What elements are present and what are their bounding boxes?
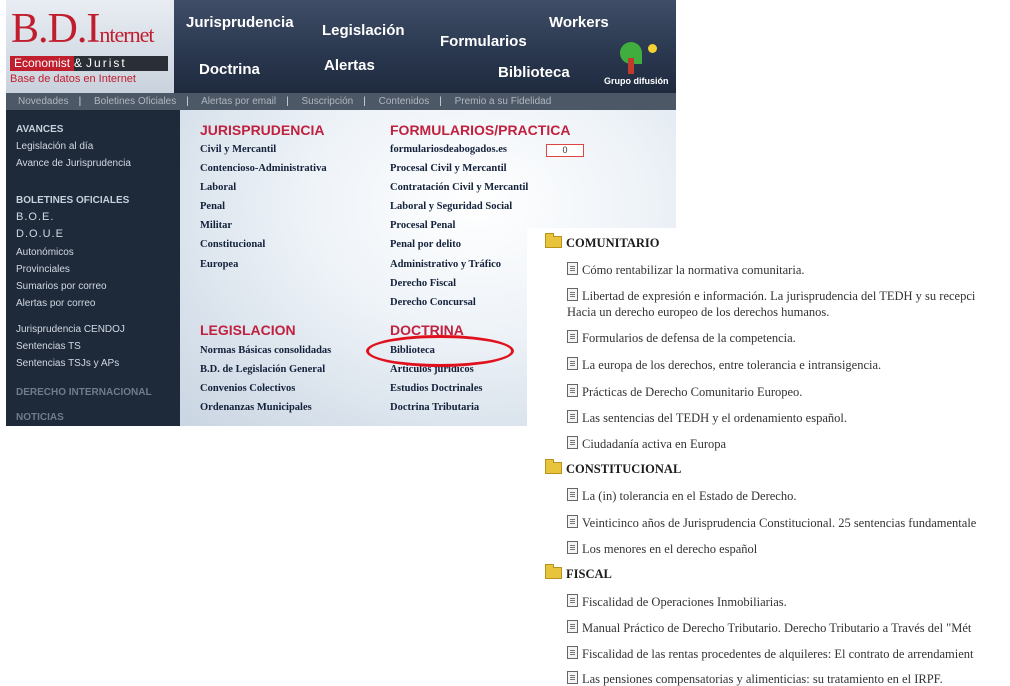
doc-item[interactable]: Las pensiones compensatorias y alimentic… [567, 671, 943, 686]
sidebar-item-sentencias-tsj[interactable]: Sentencias TSJs y APs [16, 358, 119, 369]
sidebar-item-sumarios[interactable]: Sumarios por correo [16, 281, 107, 292]
sub-navigation: Novedades | Boletines Oficiales | Alertas … [6, 93, 676, 110]
doc-item[interactable]: Veinticinco años de Jurisprudencia Const… [567, 515, 976, 531]
sidebar: AVANCES Legislación al día Avance de Jur… [6, 110, 180, 426]
doc-item[interactable]: Formularios de defensa de la competencia… [567, 330, 796, 346]
sidebar-item-alertas[interactable]: Alertas por correo [16, 298, 95, 309]
link-convenios[interactable]: Convenios Colectivos [200, 383, 295, 394]
document-icon [567, 620, 578, 633]
link-normas-basicas[interactable]: Normas Básicas consolidadas [200, 345, 331, 356]
sidebar-heading-boletines[interactable]: BOLETINES OFICIALES [16, 195, 129, 206]
nav-formularios[interactable]: Formularios [440, 33, 527, 50]
link-doctrina-tributaria[interactable]: Doctrina Tributaria [390, 402, 479, 413]
link-constitucional[interactable]: Constitucional [200, 239, 265, 250]
link-procesal-penal[interactable]: Procesal Penal [390, 220, 455, 231]
link-administrativo-trafico[interactable]: Administrativo y Tráfico [390, 259, 501, 270]
link-laboral-seguridad[interactable]: Laboral y Seguridad Social [390, 201, 512, 212]
section-title-jurisprudencia[interactable]: JURISPRUDENCIA [200, 122, 324, 138]
doc-item[interactable]: Las sentencias del TEDH y el ordenamient… [567, 410, 847, 426]
document-icon [567, 357, 578, 370]
nav-workers[interactable]: Workers [549, 14, 609, 31]
sidebar-item-cendoj[interactable]: Jurisprudencia CENDOJ [16, 324, 125, 335]
document-icon [567, 515, 578, 528]
sidebar-item-avance-jurisprudencia[interactable]: Avance de Jurisprudencia [16, 158, 131, 169]
subnav-suscripcion[interactable]: Suscripción [302, 96, 354, 107]
visit-counter: 0 [546, 144, 584, 157]
sidebar-item-provinciales[interactable]: Provinciales [16, 264, 70, 275]
category-constitucional[interactable]: CONSTITUCIONAL [545, 459, 681, 477]
sidebar-item-legislacion-dia[interactable]: Legislación al día [16, 141, 93, 152]
link-penal-delito[interactable]: Penal por delito [390, 239, 461, 250]
document-icon [567, 330, 578, 343]
link-derecho-concursal[interactable]: Derecho Concursal [390, 297, 476, 308]
folder-icon [545, 564, 562, 579]
doc-item[interactable]: Cómo rentabilizar la normativa comunitar… [567, 262, 805, 278]
doc-item[interactable]: Fiscalidad de las rentas procedentes de … [567, 646, 974, 662]
nav-alertas[interactable]: Alertas [324, 57, 375, 74]
sidebar-item-boe[interactable]: B.O.E. [16, 211, 54, 223]
link-contencioso-administrativa[interactable]: Contencioso-Administrativa [200, 163, 327, 174]
link-ordenanzas[interactable]: Ordenanzas Municipales [200, 402, 312, 413]
link-europea[interactable]: Europea [200, 259, 238, 270]
subnav-boletines[interactable]: Boletines Oficiales [94, 96, 176, 107]
folder-icon [545, 459, 562, 474]
doc-item[interactable]: La europa de los derechos, entre toleran… [567, 357, 881, 373]
document-icon [567, 646, 578, 659]
logo-brand-bar: Economist & Jurist [10, 56, 168, 71]
nav-doctrina[interactable]: Doctrina [199, 61, 260, 78]
sidebar-item-doue[interactable]: D.O.U.E [16, 228, 64, 240]
logo-title: B.D.Internet [11, 6, 154, 52]
document-icon [567, 384, 578, 397]
doc-item[interactable]: Prácticas de Derecho Comunitario Europeo… [567, 384, 802, 400]
folder-icon [545, 233, 562, 248]
link-laboral[interactable]: Laboral [200, 182, 236, 193]
biblioteca-highlight-ellipse [366, 335, 514, 367]
link-penal[interactable]: Penal [200, 201, 225, 212]
subnav-novedades[interactable]: Novedades [18, 96, 69, 107]
category-comunitario[interactable]: COMUNITARIO [545, 233, 660, 251]
section-title-formularios[interactable]: FORMULARIOS/PRACTICA [390, 122, 570, 138]
nav-jurisprudencia[interactable]: Jurisprudencia [186, 14, 294, 31]
sidebar-item-autonomicos[interactable]: Autonómicos [16, 247, 74, 258]
doc-item[interactable]: Manual Práctico de Derecho Tributario. D… [567, 620, 971, 636]
doc-item[interactable]: Los menores en el derecho español [567, 541, 757, 557]
subnav-alertas[interactable]: Alertas por email [201, 96, 276, 107]
link-formulariosdeabogados[interactable]: formulariosdeabogados.es [390, 144, 507, 155]
nav-biblioteca[interactable]: Biblioteca [498, 64, 570, 81]
document-icon [567, 288, 578, 301]
doc-item[interactable]: La (in) tolerancia en el Estado de Derec… [567, 488, 796, 504]
section-title-legislacion[interactable]: LEGISLACION [200, 322, 296, 338]
link-estudios[interactable]: Estudios Doctrinales [390, 383, 482, 394]
document-icon [567, 671, 578, 684]
link-civil-mercantil[interactable]: Civil y Mercantil [200, 144, 276, 155]
sidebar-heading-derecho-internacional[interactable]: DERECHO INTERNACIONAL [16, 387, 152, 398]
nav-legislacion[interactable]: Legislación [322, 22, 405, 39]
document-icon [567, 436, 578, 449]
document-icon [567, 594, 578, 607]
logo-subtitle: Base de datos en Internet [10, 73, 136, 85]
link-procesal-civil[interactable]: Procesal Civil y Mercantil [390, 163, 507, 174]
subnav-contenidos[interactable]: Contenidos [379, 96, 430, 107]
subnav-premio[interactable]: Premio a su Fidelidad [455, 96, 552, 107]
document-icon [567, 410, 578, 423]
document-icon [567, 262, 578, 275]
grupo-difusion-logo[interactable]: Grupo difusión [604, 40, 676, 90]
link-bd-legislacion[interactable]: B.D. de Legislación General [200, 364, 325, 375]
library-document-list: COMUNITARIO Cómo rentabilizar la normati… [527, 228, 1010, 686]
doc-item[interactable]: Fiscalidad de Operaciones Inmobiliarias. [567, 594, 787, 610]
document-icon [567, 488, 578, 501]
sidebar-heading-noticias[interactable]: NOTICIAS [16, 412, 64, 423]
link-contratacion[interactable]: Contratación Civil y Mercantil [390, 182, 528, 193]
document-icon [567, 541, 578, 554]
sidebar-heading-avances[interactable]: AVANCES [16, 124, 63, 135]
sidebar-item-sentencias-ts[interactable]: Sentencias TS [16, 341, 81, 352]
category-fiscal[interactable]: FISCAL [545, 564, 612, 582]
link-derecho-fiscal[interactable]: Derecho Fiscal [390, 278, 456, 289]
bdi-logo[interactable]: B.D.Internet Economist & Jurist Base de da… [6, 0, 174, 93]
doc-item[interactable]: Libertad de expresión e información. La … [567, 288, 975, 320]
doc-item[interactable]: Ciudadanía activa en Europa [567, 436, 726, 452]
site-header: B.D.Internet Economist & Jurist Base de da… [6, 0, 676, 93]
link-militar[interactable]: Militar [200, 220, 232, 231]
